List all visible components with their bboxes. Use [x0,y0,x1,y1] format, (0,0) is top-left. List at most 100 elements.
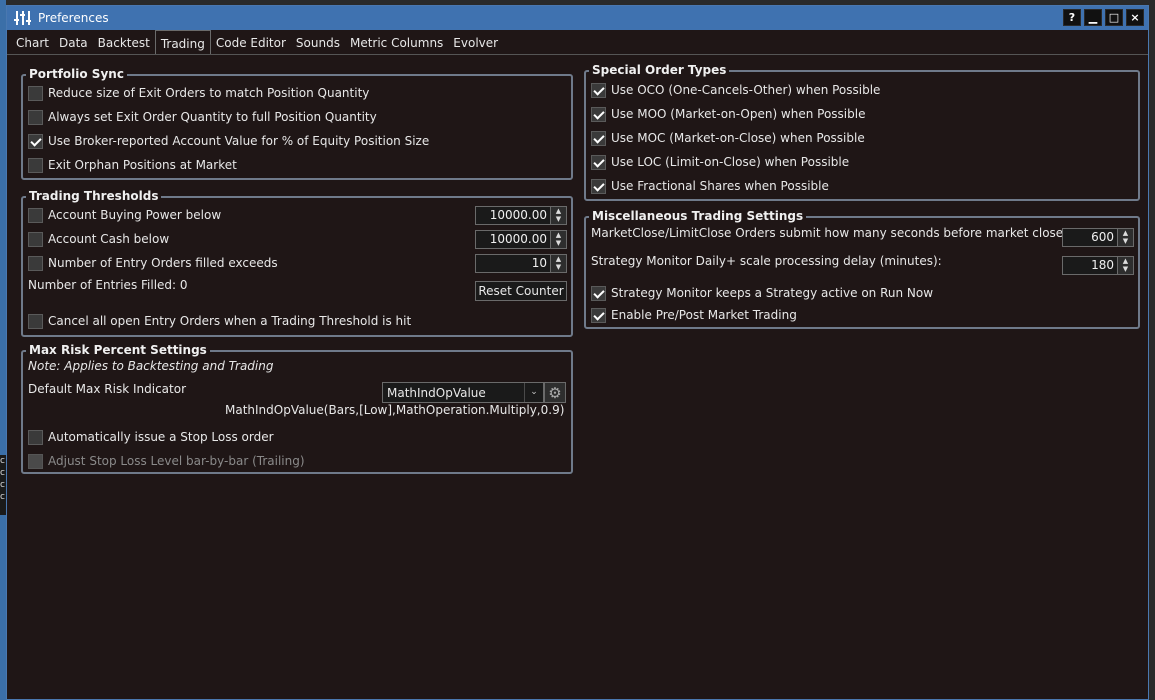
close-icon: × [1130,11,1140,24]
close-button[interactable]: × [1126,9,1144,26]
seconds-before-close-stepper[interactable]: 600 ▲ ▼ [1062,228,1134,247]
maximize-button[interactable]: □ [1105,9,1123,26]
indicator-select[interactable]: MathIndOpValue ⌄ [382,382,544,403]
full-exit-quantity-option[interactable]: Always set Exit Order Quantity to full P… [28,108,377,126]
checkbox[interactable] [28,429,43,445]
down-arrow-icon[interactable]: ▼ [551,264,566,273]
down-arrow-icon[interactable]: ▼ [1118,238,1133,247]
checkbox[interactable] [591,178,606,194]
processing-delay-stepper[interactable]: 180 ▲ ▼ [1062,256,1134,275]
down-arrow-icon[interactable]: ▼ [551,240,566,249]
up-arrow-icon[interactable]: ▲ [551,207,566,216]
maximize-icon: □ [1108,11,1120,24]
moc-option[interactable]: Use MOC (Market-on-Close) when Possible [591,129,865,147]
help-button[interactable]: ? [1063,9,1081,26]
checkbox [28,453,43,469]
checkbox[interactable] [28,255,43,271]
preferences-window: Preferences ? ▁ □ × Chart Data Backtest … [6,5,1149,700]
minimize-button[interactable]: ▁ [1084,9,1102,26]
moo-option[interactable]: Use MOO (Market-on-Open) when Possible [591,105,865,123]
down-arrow-icon[interactable]: ▼ [1118,266,1133,275]
oco-option[interactable]: Use OCO (One-Cancels-Other) when Possibl… [591,81,880,99]
stop-loss-option[interactable]: Automatically issue a Stop Loss order [28,428,274,446]
entry-orders-option[interactable]: Number of Entry Orders filled exceeds [28,254,278,272]
option-label: Use MOC (Market-on-Close) when Possible [611,131,865,145]
reset-counter-button[interactable]: Reset Counter [475,281,567,301]
checkbox[interactable] [591,285,606,301]
seconds-before-close-label: MarketClose/LimitClose Orders submit how… [591,226,1068,240]
entries-filled-text: Number of Entries Filled: 0 [28,278,188,292]
pre-post-market-option[interactable]: Enable Pre/Post Market Trading [591,306,797,324]
checkbox[interactable] [591,82,606,98]
stepper-value[interactable]: 10 [475,254,551,273]
checkbox[interactable] [591,154,606,170]
account-cash-option[interactable]: Account Cash below [28,230,169,248]
tab-trading[interactable]: Trading [154,30,211,55]
tab-metric-columns[interactable]: Metric Columns [345,32,448,54]
option-label: Always set Exit Order Quantity to full P… [48,110,377,124]
portfolio-sync-group: Portfolio Sync Reduce size of Exit Order… [21,67,573,180]
checkbox[interactable] [28,231,43,247]
option-label: Reduce size of Exit Orders to match Posi… [48,86,370,100]
down-arrow-icon[interactable]: ▼ [551,216,566,225]
tab-code-editor[interactable]: Code Editor [211,32,291,54]
checkbox[interactable] [28,313,43,329]
group-title: Special Order Types [589,63,730,77]
fractional-shares-option[interactable]: Use Fractional Shares when Possible [591,177,829,195]
checkbox[interactable] [591,130,606,146]
chevron-down-icon[interactable]: ⌄ [524,383,543,402]
exit-orphan-positions-option[interactable]: Exit Orphan Positions at Market [28,156,237,174]
special-order-types-group: Special Order Types Use OCO (One-Cancels… [584,63,1140,201]
tab-sounds[interactable]: Sounds [291,32,345,54]
reduce-exit-orders-option[interactable]: Reduce size of Exit Orders to match Posi… [28,84,369,102]
tab-data[interactable]: Data [54,32,93,54]
select-value: MathIndOpValue [387,385,486,400]
tab-evolver[interactable]: Evolver [448,32,503,54]
option-label: Exit Orphan Positions at Market [48,158,237,172]
option-label: Adjust Stop Loss Level bar-by-bar (Trail… [48,454,305,468]
group-title: Miscellaneous Trading Settings [589,209,807,223]
checkbox[interactable] [28,109,43,125]
checkbox[interactable] [28,207,43,223]
option-label: Use LOC (Limit-on-Close) when Possible [611,155,850,169]
indicator-label: Default Max Risk Indicator [28,382,186,396]
stepper-value[interactable]: 600 [1062,228,1118,247]
checkbox[interactable] [591,307,606,323]
stepper-value[interactable]: 10000.00 [475,206,551,225]
buying-power-option[interactable]: Account Buying Power below [28,206,221,224]
loc-option[interactable]: Use LOC (Limit-on-Close) when Possible [591,153,849,171]
checkbox[interactable] [28,85,43,101]
option-label: Use Fractional Shares when Possible [611,179,829,193]
account-cash-stepper[interactable]: 10000.00 ▲ ▼ [475,230,567,249]
option-label: Use MOO (Market-on-Open) when Possible [611,107,866,121]
gear-icon[interactable]: ⚙ [544,382,566,403]
group-title: Portfolio Sync [26,67,127,81]
option-label: Strategy Monitor keeps a Strategy active… [611,286,934,300]
title-bar[interactable]: Preferences ? ▁ □ × [7,6,1148,30]
checkbox[interactable] [28,133,43,149]
cancel-entry-orders-option[interactable]: Cancel all open Entry Orders when a Trad… [28,312,411,330]
max-risk-group: Max Risk Percent Settings Note: Applies … [21,343,573,474]
trading-thresholds-group: Trading Thresholds Account Buying Power … [21,189,573,337]
tab-chart[interactable]: Chart [11,32,54,54]
tab-backtest[interactable]: Backtest [93,32,155,54]
broker-account-value-option[interactable]: Use Broker-reported Account Value for % … [28,132,429,150]
option-label: Use Broker-reported Account Value for % … [48,134,430,148]
window-title: Preferences [38,11,109,25]
up-arrow-icon[interactable]: ▲ [551,231,566,240]
buying-power-stepper[interactable]: 10000.00 ▲ ▼ [475,206,567,225]
stepper-value[interactable]: 180 [1062,256,1118,275]
group-title: Max Risk Percent Settings [26,343,210,357]
tab-divider [7,54,1148,55]
up-arrow-icon[interactable]: ▲ [551,255,566,264]
up-arrow-icon[interactable]: ▲ [1118,257,1133,266]
keep-strategy-active-option[interactable]: Strategy Monitor keeps a Strategy active… [591,284,933,302]
option-label: Automatically issue a Stop Loss order [48,430,274,444]
checkbox[interactable] [591,106,606,122]
checkbox[interactable] [28,157,43,173]
trailing-stop-option: Adjust Stop Loss Level bar-by-bar (Trail… [28,452,305,470]
up-arrow-icon[interactable]: ▲ [1118,229,1133,238]
option-label: Number of Entry Orders filled exceeds [48,256,278,270]
entry-orders-stepper[interactable]: 10 ▲ ▼ [475,254,567,273]
stepper-value[interactable]: 10000.00 [475,230,551,249]
